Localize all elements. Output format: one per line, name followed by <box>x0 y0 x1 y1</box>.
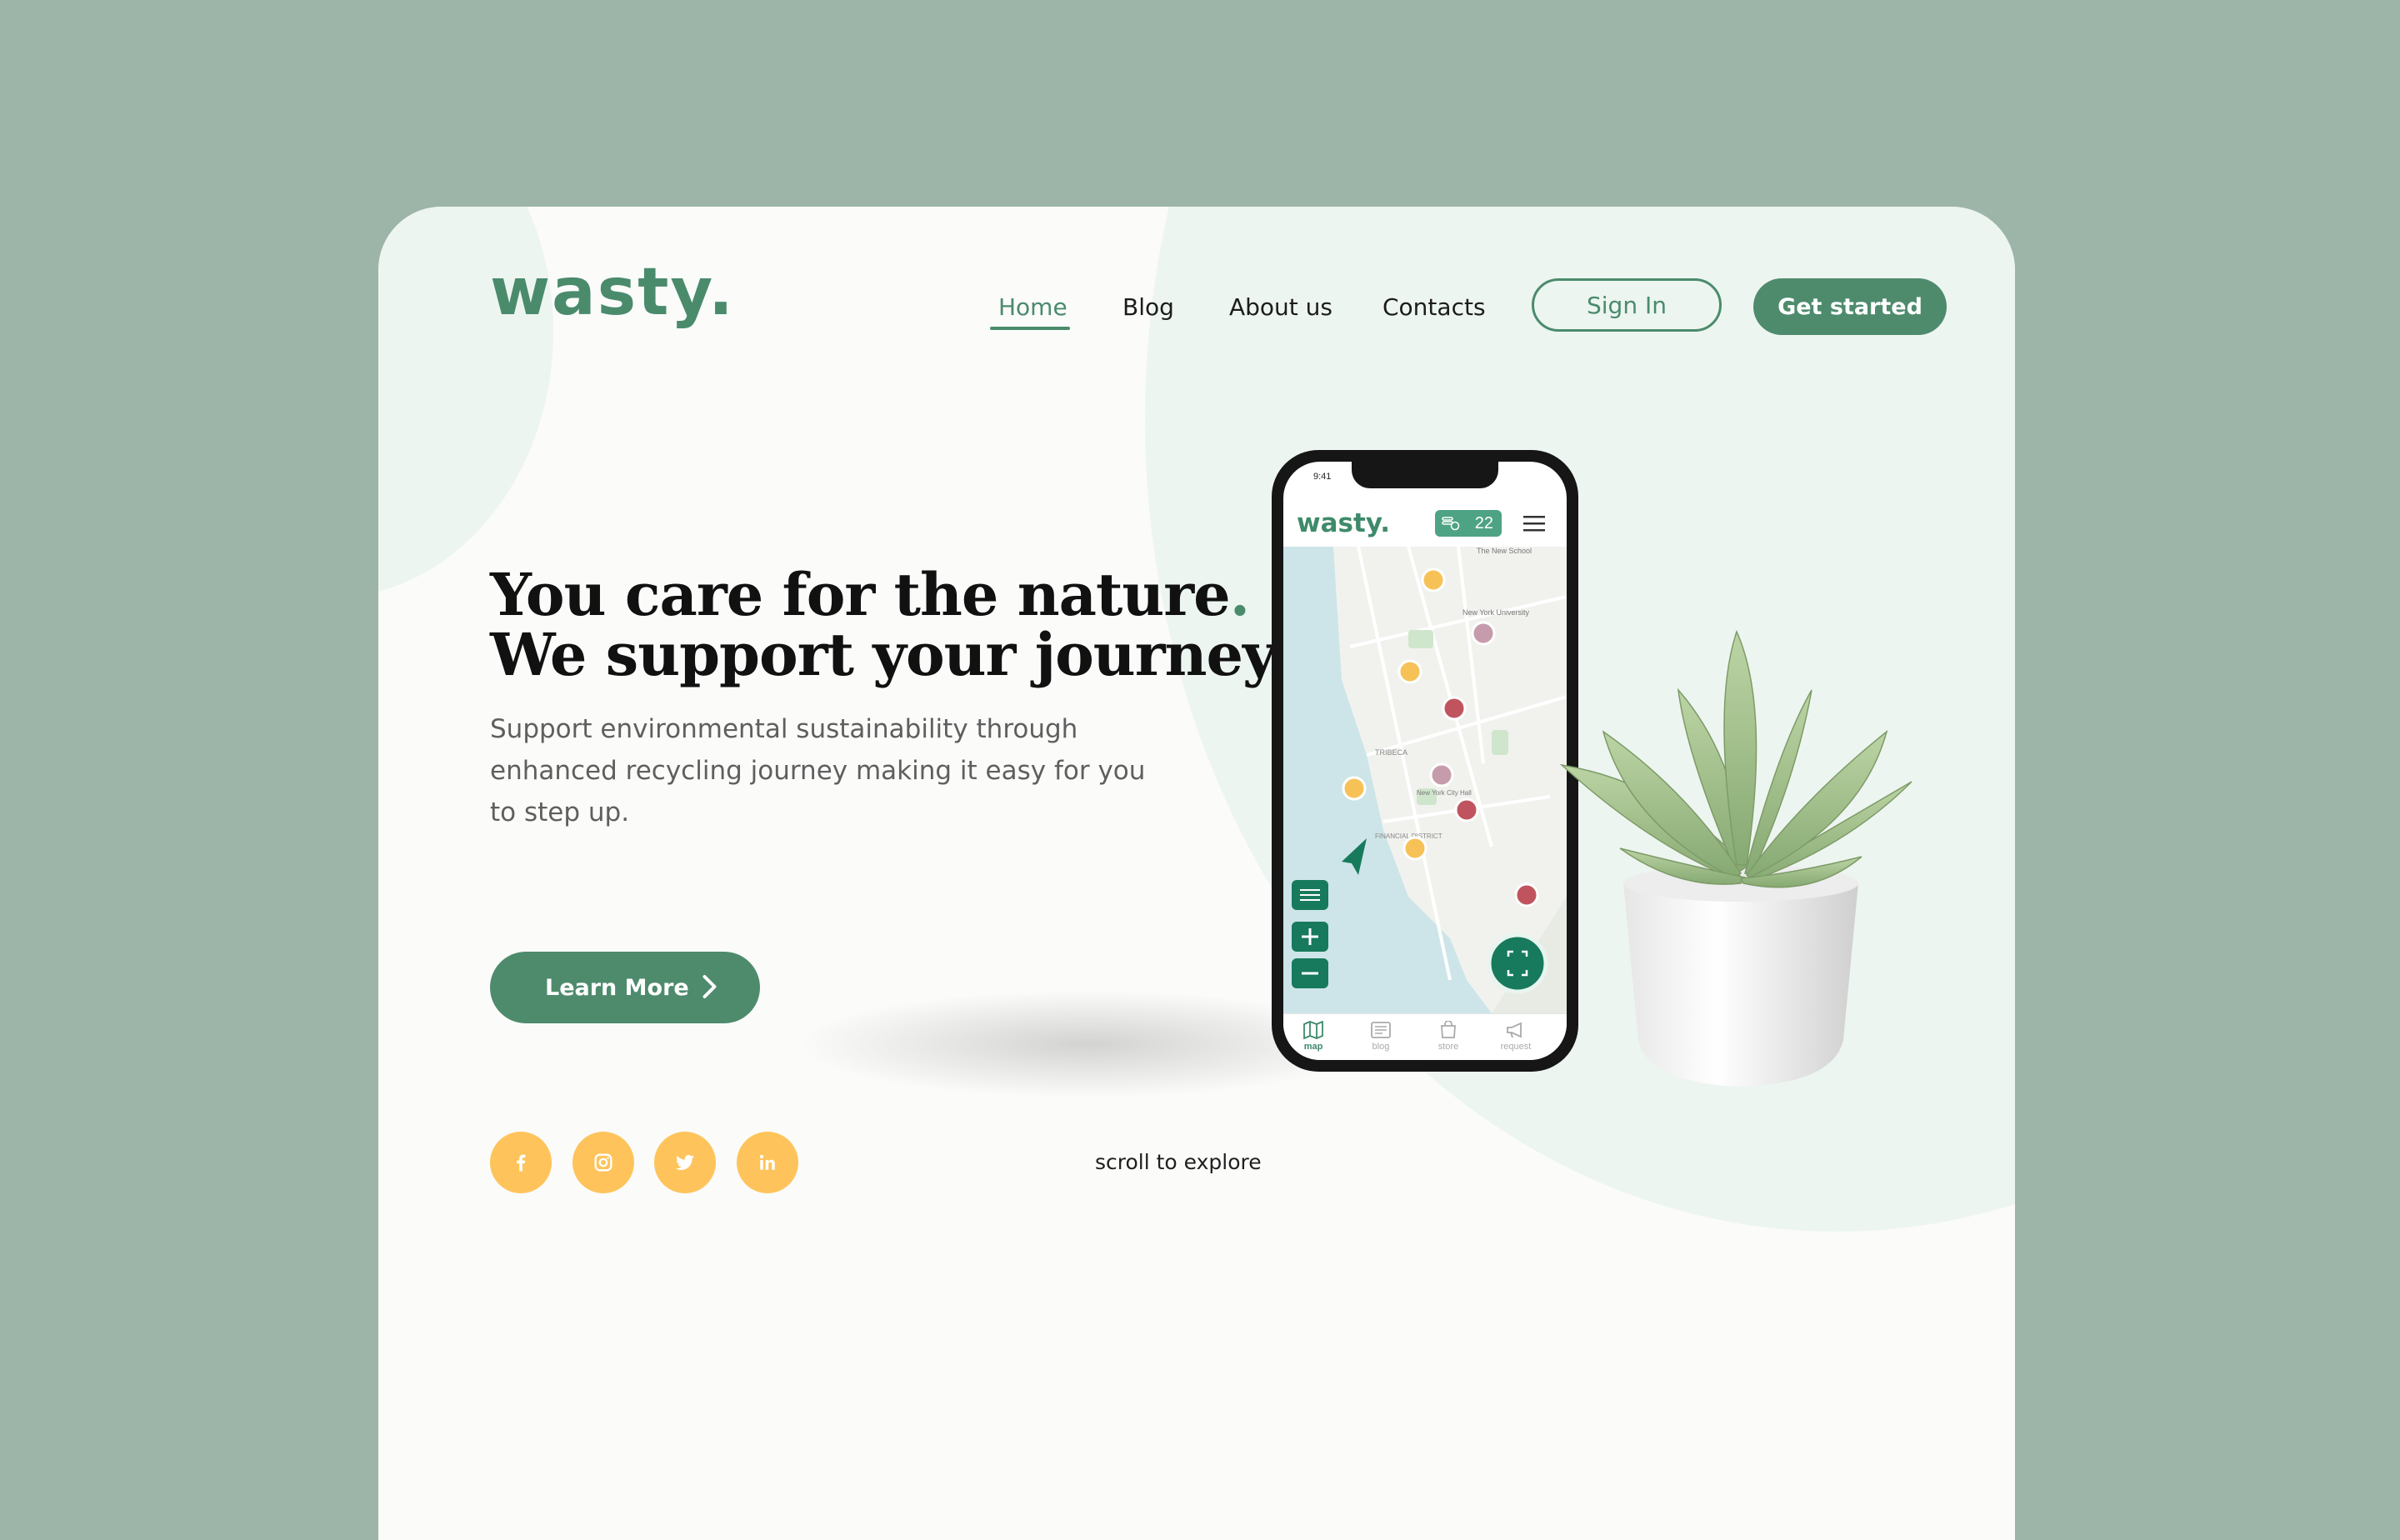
twitter-icon <box>675 1154 695 1170</box>
learn-more-label: Learn More <box>545 974 689 1001</box>
pin-bin[interactable] <box>1421 568 1446 592</box>
phone-screen: 9:41 wasty. 22 The New School New York U… <box>1283 462 1567 1060</box>
linkedin-icon <box>759 1154 775 1170</box>
nav-blog[interactable]: Blog <box>1122 293 1174 321</box>
nav-contacts[interactable]: Contacts <box>1382 293 1486 321</box>
headline-line-1: You care for the nature <box>490 560 1231 629</box>
hamburger-menu-icon[interactable] <box>1522 513 1547 533</box>
get-started-button[interactable]: Get started <box>1753 278 1947 335</box>
phone-points-badge: 22 <box>1435 510 1502 537</box>
pin-bin[interactable] <box>1398 659 1422 684</box>
label-city-hall: New York City Hall <box>1417 789 1472 797</box>
plant-leaves <box>1559 629 1912 888</box>
pin-bag[interactable] <box>1471 621 1496 646</box>
linkedin-link[interactable] <box>737 1132 798 1193</box>
learn-more-button[interactable]: Learn More <box>490 952 760 1023</box>
brand-logo[interactable]: wasty. <box>490 255 735 330</box>
phone-tab-blog-label: blog <box>1372 1042 1390 1052</box>
phone-tab-blog[interactable]: blog <box>1356 1021 1406 1052</box>
facebook-icon <box>517 1154 526 1172</box>
phone-points-count: 22 <box>1474 513 1493 532</box>
landing-card: wasty. Home Blog About us Contacts Sign … <box>378 207 2015 1540</box>
coins-icon <box>1442 517 1460 531</box>
logo-dot: . <box>708 255 735 330</box>
nav-about-us[interactable]: About us <box>1229 293 1332 321</box>
phone-tab-bar: map blog store request <box>1283 1013 1567 1060</box>
plant-pot <box>1623 883 1858 1087</box>
phone-status-time: 9:41 <box>1313 472 1332 482</box>
scroll-hint: scroll to explore <box>1095 1150 1262 1174</box>
nav-home[interactable]: Home <box>998 293 1068 321</box>
phone-tab-map[interactable]: map <box>1288 1020 1338 1052</box>
pin-bin[interactable] <box>1342 776 1367 801</box>
nav-active-indicator <box>990 327 1070 330</box>
blog-icon <box>1371 1022 1391 1038</box>
label-nyu: New York University <box>1462 608 1530 617</box>
pin-recycle[interactable] <box>1442 696 1467 721</box>
facebook-link[interactable] <box>490 1132 552 1193</box>
sign-in-button[interactable]: Sign In <box>1532 278 1722 332</box>
headline-line-2: We support your journey <box>490 620 1270 689</box>
label-tribeca: TRIBECA <box>1375 748 1408 757</box>
logo-text: wasty <box>490 255 709 330</box>
pin-recycle[interactable] <box>1454 798 1479 822</box>
phone-app-logo-text: wasty <box>1297 508 1381 538</box>
succulent-plant-image <box>1559 629 1912 1087</box>
phone-tab-store-label: store <box>1438 1042 1459 1052</box>
headline-dot-1: . <box>1229 560 1250 629</box>
megaphone-icon <box>1507 1022 1522 1038</box>
twitter-link[interactable] <box>654 1132 716 1193</box>
instagram-link[interactable] <box>572 1132 634 1193</box>
hero-headline: You care for the nature. We support your… <box>490 565 1289 685</box>
pin-bin[interactable] <box>1402 836 1428 861</box>
map-icon <box>1303 1020 1323 1040</box>
shopping-bag-icon <box>1441 1020 1456 1038</box>
phone-notch <box>1352 462 1498 488</box>
map-view[interactable]: The New School New York University TRIBE… <box>1283 547 1567 1013</box>
phone-tab-store[interactable]: store <box>1423 1020 1473 1052</box>
phone-app-logo-dot: . <box>1380 508 1390 538</box>
phone-app-logo: wasty. <box>1297 508 1390 538</box>
instagram-icon <box>594 1153 612 1172</box>
phone-tab-map-label: map <box>1303 1042 1323 1052</box>
pin-bag[interactable] <box>1429 762 1454 788</box>
chevron-right-icon <box>702 975 717 998</box>
label-new-school: The New School <box>1477 547 1532 555</box>
hero-subtitle: Support environmental sustainability thr… <box>490 714 1146 828</box>
